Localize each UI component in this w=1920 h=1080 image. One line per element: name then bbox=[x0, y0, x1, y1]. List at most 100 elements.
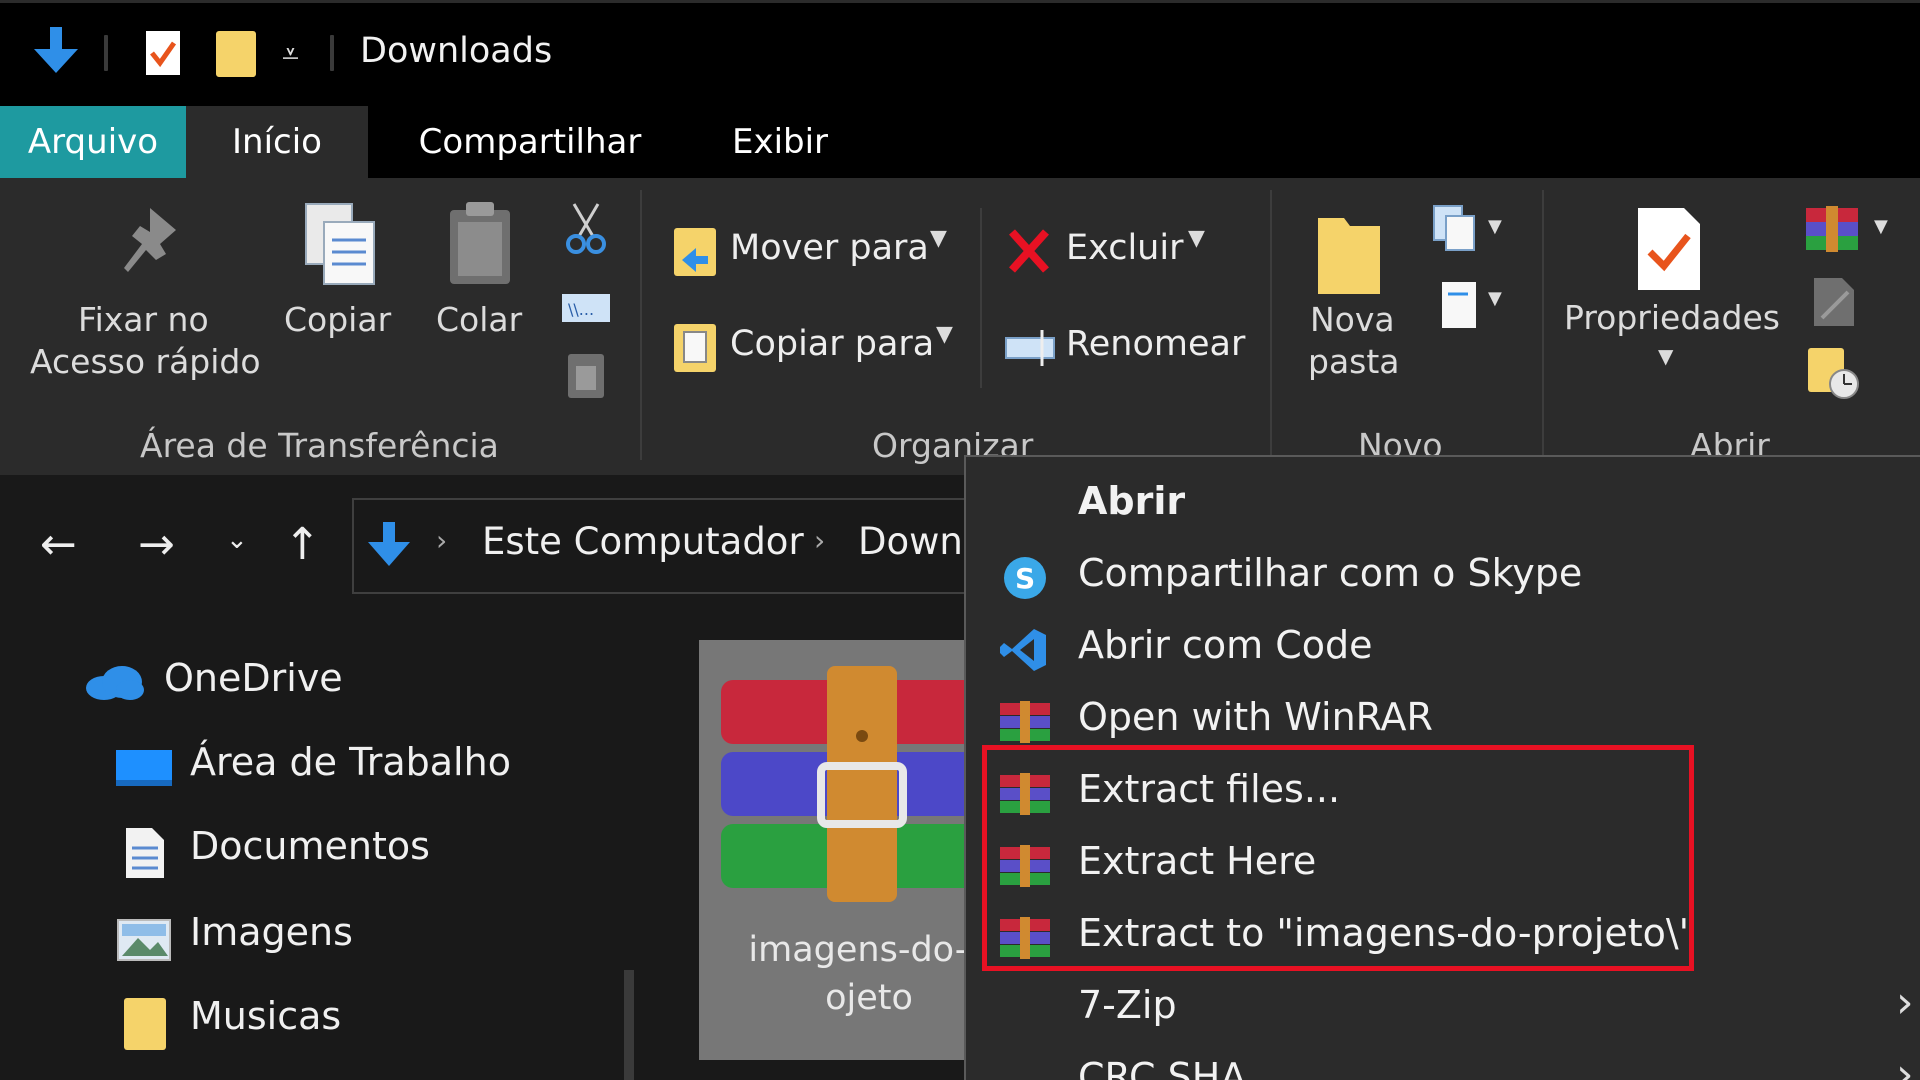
menu-item-label: Compartilhar com o Skype bbox=[1078, 551, 1583, 595]
copy-to-button[interactable]: Copiar para ▼ bbox=[668, 318, 968, 378]
menu-item-label: CRC SHA bbox=[1078, 1055, 1247, 1080]
svg-text:▼: ▼ bbox=[1488, 216, 1502, 237]
tab-exibir[interactable]: Exibir bbox=[690, 106, 870, 178]
menu-item-label: Abrir com Code bbox=[1078, 623, 1373, 667]
chevron-down-icon: ▼ bbox=[1658, 344, 1674, 368]
nav-label: Documentos bbox=[190, 824, 430, 868]
folder-icon bbox=[1318, 218, 1380, 294]
copy-to-icon bbox=[674, 324, 716, 372]
copy-button[interactable]: Copiar bbox=[280, 200, 410, 360]
submenu-chevron-icon: › bbox=[1896, 977, 1914, 1028]
recent-locations-chevron-icon[interactable]: ⌄ bbox=[226, 525, 248, 555]
properties-icon bbox=[1638, 208, 1700, 290]
paste-button[interactable]: Colar bbox=[430, 200, 540, 360]
winrar-icon bbox=[1000, 701, 1050, 743]
breadcrumb-separator-icon: › bbox=[436, 524, 448, 557]
move-to-button[interactable]: Mover para ▼ bbox=[668, 222, 958, 282]
properties-quick-icon[interactable] bbox=[140, 25, 188, 81]
nav-label: Musicas bbox=[190, 994, 342, 1038]
chevron-down-icon: ▼ bbox=[930, 226, 947, 251]
tab-inicio[interactable]: Início bbox=[186, 106, 368, 178]
document-icon bbox=[126, 828, 164, 878]
nav-item-area-de-trabalho[interactable]: Área de Trabalho bbox=[112, 738, 612, 798]
ribbon: Fixar no Acesso rápido Copiar Colar \\..… bbox=[0, 178, 1920, 475]
breadcrumb-downloads[interactable]: Down bbox=[858, 520, 963, 563]
copy-label: Copiar bbox=[284, 300, 392, 339]
new-item-icon[interactable]: ▼ bbox=[1430, 202, 1510, 262]
tab-compartilhar[interactable]: Compartilhar bbox=[390, 106, 670, 178]
nav-item-onedrive[interactable]: OneDrive bbox=[84, 654, 584, 714]
pin-label-2: Acesso rápido bbox=[30, 342, 261, 381]
chevron-down-icon: ▼ bbox=[936, 322, 953, 347]
desktop-icon bbox=[116, 750, 172, 786]
menu-item-abrir[interactable]: Abrir bbox=[966, 469, 1920, 541]
paste-shortcut-icon[interactable] bbox=[562, 348, 610, 402]
title-separator bbox=[104, 35, 108, 71]
download-arrow-icon[interactable] bbox=[28, 23, 84, 79]
customize-quick-access-icon[interactable]: ⩡ bbox=[282, 37, 299, 72]
forward-arrow-icon[interactable]: → bbox=[138, 519, 175, 570]
history-icon[interactable] bbox=[1804, 344, 1864, 404]
group-separator bbox=[640, 190, 642, 460]
image-icon bbox=[117, 919, 171, 961]
nav-label: Área de Trabalho bbox=[190, 740, 511, 784]
pin-quick-access-button[interactable]: Fixar no Acesso rápido bbox=[20, 200, 270, 400]
nav-tree: OneDrive Área de Trabalho Documentos Ima… bbox=[0, 620, 640, 1080]
winrar-open-icon[interactable]: ▼ bbox=[1802, 202, 1892, 262]
nav-item-imagens[interactable]: Imagens bbox=[112, 908, 612, 968]
back-arrow-icon[interactable]: ← bbox=[40, 519, 77, 570]
vscode-icon bbox=[1000, 629, 1046, 671]
skype-icon: S bbox=[1004, 557, 1046, 599]
menu-item-code[interactable]: Abrir com Code bbox=[966, 613, 1920, 685]
ribbon-tabs: Arquivo Início Compartilhar Exibir bbox=[0, 106, 1920, 178]
menu-item-skype[interactable]: S Compartilhar com o Skype bbox=[966, 541, 1920, 613]
edit-icon[interactable] bbox=[1808, 274, 1858, 330]
menu-item-label: Open with WinRAR bbox=[1078, 695, 1433, 739]
svg-text:▼: ▼ bbox=[1874, 216, 1888, 237]
rename-icon bbox=[1005, 330, 1055, 366]
copy-to-label: Copiar para bbox=[730, 324, 935, 364]
delete-button[interactable]: Excluir ▼ bbox=[1000, 222, 1220, 282]
nav-label: Imagens bbox=[190, 910, 353, 954]
nav-item-documentos[interactable]: Documentos bbox=[112, 822, 612, 882]
properties-button[interactable]: Propriedades ▼ bbox=[1562, 204, 1780, 394]
navigation-pane: OneDrive Área de Trabalho Documentos Ima… bbox=[0, 620, 640, 1080]
cut-icon[interactable] bbox=[562, 200, 610, 256]
pin-icon bbox=[124, 208, 176, 272]
svg-text:\\...: \\... bbox=[568, 300, 594, 319]
nav-item-musicas[interactable]: Musicas bbox=[112, 992, 612, 1052]
delete-label: Excluir bbox=[1066, 228, 1184, 268]
menu-item-label: Abrir bbox=[1078, 479, 1186, 523]
svg-text:▼: ▼ bbox=[1488, 288, 1502, 309]
highlight-box bbox=[982, 745, 1694, 971]
breadcrumb-este-computador[interactable]: Este Computador bbox=[482, 520, 804, 563]
menu-item-crc-sha[interactable]: CRC SHA › bbox=[966, 1045, 1920, 1080]
title-separator bbox=[330, 35, 334, 71]
move-to-label: Mover para bbox=[730, 228, 929, 268]
new-folder-label-2: pasta bbox=[1308, 342, 1400, 381]
breadcrumb-separator-icon: › bbox=[814, 524, 826, 557]
up-arrow-icon[interactable]: ↑ bbox=[284, 519, 321, 570]
title-bar: ⩡ Downloads bbox=[0, 0, 1920, 106]
easy-access-icon[interactable]: ▼ bbox=[1436, 274, 1510, 338]
menu-item-label: 7-Zip bbox=[1078, 983, 1177, 1027]
tab-arquivo[interactable]: Arquivo bbox=[0, 106, 186, 178]
copy-icon bbox=[305, 203, 375, 285]
pin-label-1: Fixar no bbox=[78, 300, 209, 339]
new-folder-quick-icon[interactable] bbox=[212, 27, 260, 81]
nav-label: OneDrive bbox=[164, 656, 343, 700]
group-separator bbox=[1542, 190, 1544, 460]
copy-path-icon[interactable]: \\... bbox=[560, 288, 612, 328]
nav-scrollbar[interactable] bbox=[624, 970, 634, 1080]
rename-label: Renomear bbox=[1066, 324, 1246, 364]
new-folder-label-1: Nova bbox=[1310, 300, 1395, 339]
properties-label: Propriedades bbox=[1564, 298, 1780, 337]
rename-button[interactable]: Renomear bbox=[1000, 318, 1250, 378]
new-folder-button[interactable]: Nova pasta bbox=[1300, 208, 1410, 398]
menu-item-7zip[interactable]: 7-Zip › bbox=[966, 973, 1920, 1045]
cloud-icon bbox=[86, 666, 144, 700]
clipboard-icon bbox=[450, 202, 510, 284]
group-separator bbox=[1270, 190, 1272, 460]
chevron-down-icon: ▼ bbox=[1188, 226, 1205, 251]
submenu-chevron-icon: › bbox=[1896, 1049, 1914, 1080]
